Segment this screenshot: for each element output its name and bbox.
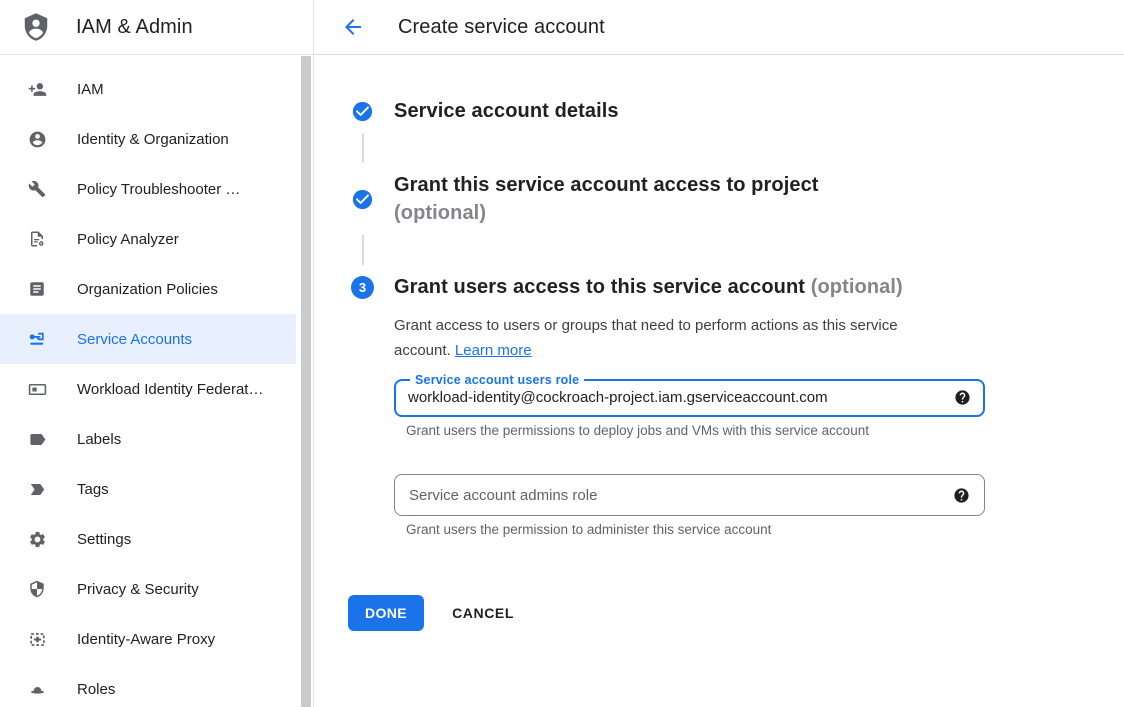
sidebar-header: IAM & Admin	[0, 0, 313, 55]
wizard-actions: DONE CANCEL	[348, 595, 1124, 631]
service-account-admins-role-input[interactable]	[409, 487, 943, 504]
step-3-title-text: Grant users access to this service accou…	[394, 276, 805, 298]
sidebar-item-label: Identity-Aware Proxy	[77, 631, 215, 648]
help-icon[interactable]	[954, 389, 971, 406]
sidebar-item-label: Identity & Organization	[77, 131, 229, 148]
step-3-description: Grant access to users or groups that nee…	[394, 313, 954, 363]
step-2-header: Grant this service account access to pro…	[314, 171, 1124, 227]
service-account-key-icon	[27, 329, 47, 349]
label-icon	[27, 429, 47, 449]
sidebar-item-label: Labels	[77, 431, 121, 448]
arrow-back-icon[interactable]	[341, 15, 365, 39]
sidebar-title: IAM & Admin	[76, 16, 193, 39]
sidebar-item-label: Tags	[77, 481, 109, 498]
step-3-header: 3 Grant users access to this service acc…	[314, 273, 1124, 301]
tag-arrow-icon	[27, 479, 47, 499]
sidebar-item-settings[interactable]: Settings	[0, 514, 296, 564]
sidebar-item-policy-analyzer[interactable]: Policy Analyzer	[0, 214, 296, 264]
document-icon	[27, 279, 47, 299]
sidebar-item-identity-organization[interactable]: Identity & Organization	[0, 114, 296, 164]
sidebar-item-workload-identity-federation[interactable]: Workload Identity Federat…	[0, 364, 296, 414]
step-3-optional-label: (optional)	[811, 276, 903, 298]
app-window: IAM & Admin IAM Identity & Organization …	[0, 0, 1124, 707]
step-1-header: Service account details	[314, 97, 1124, 125]
step-3-title: Grant users access to this service accou…	[394, 273, 903, 301]
account-circle-icon	[27, 129, 47, 149]
sidebar-item-policy-troubleshooter[interactable]: Policy Troubleshooter …	[0, 164, 296, 214]
sidebar-item-label: Organization Policies	[77, 281, 218, 298]
iam-shield-person-icon	[20, 11, 52, 43]
step-connector	[362, 235, 364, 265]
check-circle-icon	[351, 100, 374, 123]
learn-more-link[interactable]: Learn more	[455, 342, 532, 359]
step-connector	[362, 133, 364, 163]
sidebar-item-label: Policy Analyzer	[77, 231, 179, 248]
hat-icon	[27, 679, 47, 699]
sidebar-item-organization-policies[interactable]: Organization Policies	[0, 264, 296, 314]
sidebar-item-identity-aware-proxy[interactable]: Identity-Aware Proxy	[0, 614, 296, 664]
step-3-body: Grant access to users or groups that nee…	[314, 313, 1124, 537]
service-account-admins-role-field	[394, 474, 985, 516]
sidebar-item-iam[interactable]: IAM	[0, 64, 296, 114]
sidebar-item-labels[interactable]: Labels	[0, 414, 296, 464]
topbar: Create service account	[314, 0, 1124, 55]
sidebar-item-roles[interactable]: Roles	[0, 664, 296, 707]
check-circle-icon	[351, 188, 374, 211]
sidebar-item-label: Settings	[77, 531, 131, 548]
users-role-helper-text: Grant users the permissions to deploy jo…	[406, 423, 1124, 438]
sidebar-item-label: Roles	[77, 681, 115, 698]
done-button[interactable]: DONE	[348, 595, 424, 631]
step-2-title: Grant this service account access to pro…	[394, 171, 894, 227]
sidebar-item-label: IAM	[77, 81, 104, 98]
sidebar-item-tags[interactable]: Tags	[0, 464, 296, 514]
gear-icon	[27, 529, 47, 549]
wrench-icon	[27, 179, 47, 199]
wizard: Service account details Grant this servi…	[314, 55, 1124, 631]
sidebar-item-label: Workload Identity Federat…	[77, 381, 263, 398]
doc-gear-icon	[27, 229, 47, 249]
page-title: Create service account	[398, 16, 605, 39]
sidebar-scrollbar[interactable]	[301, 56, 311, 707]
person-add-icon	[27, 79, 47, 99]
shield-icon	[27, 579, 47, 599]
help-icon[interactable]	[953, 487, 970, 504]
sidebar-item-privacy-security[interactable]: Privacy & Security	[0, 564, 296, 614]
step-3-number-badge: 3	[351, 276, 374, 299]
sidebar: IAM & Admin IAM Identity & Organization …	[0, 0, 314, 707]
cancel-button[interactable]: CANCEL	[452, 605, 514, 621]
sidebar-item-label: Service Accounts	[77, 331, 192, 348]
sidebar-item-label: Privacy & Security	[77, 581, 199, 598]
proxy-grid-icon	[27, 629, 47, 649]
sidebar-nav: IAM Identity & Organization Policy Troub…	[0, 55, 296, 707]
service-account-users-role-field: Service account users role	[394, 373, 985, 417]
step-2-title-text: Grant this service account access to pro…	[394, 174, 819, 196]
main-panel: Create service account Service account d…	[314, 0, 1124, 707]
card-icon	[27, 379, 47, 399]
admins-role-helper-text: Grant users the permission to administer…	[406, 522, 1124, 537]
step-1-title: Service account details	[394, 97, 619, 125]
service-account-users-role-label: Service account users role	[410, 373, 584, 387]
sidebar-item-label: Policy Troubleshooter …	[77, 181, 240, 198]
step-2-optional-label: (optional)	[394, 202, 486, 224]
service-account-users-role-input[interactable]	[408, 389, 944, 406]
sidebar-item-service-accounts[interactable]: Service Accounts	[0, 314, 296, 364]
